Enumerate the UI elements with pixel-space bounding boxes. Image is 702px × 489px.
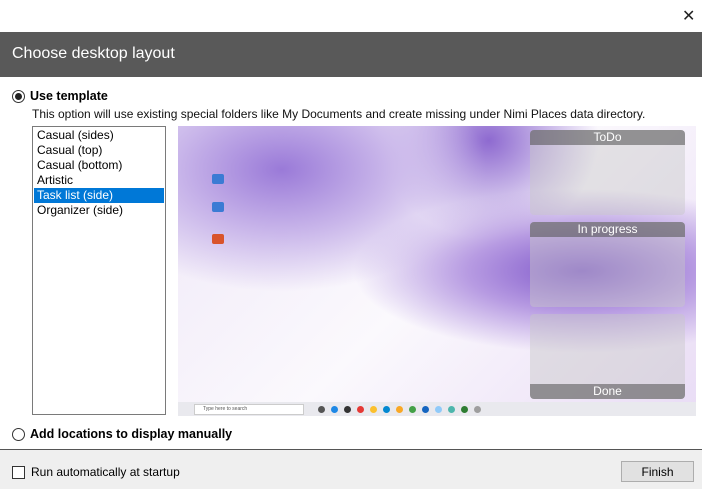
layout-preview-image: ToDo In progress Done Type here to searc… <box>178 126 696 416</box>
finish-button[interactable]: Finish <box>621 461 694 482</box>
run-at-startup-checkbox[interactable]: Run automatically at startup <box>12 465 180 479</box>
preview-taskbar: Type here to search <box>178 402 696 416</box>
radio-indicator <box>12 89 25 103</box>
taskbar-icon <box>318 405 325 413</box>
taskbar-icon <box>474 405 481 413</box>
taskbar-icon <box>396 405 403 413</box>
desktop-icon <box>212 234 224 244</box>
taskbar-icon <box>448 405 455 413</box>
checkbox-box <box>12 465 25 479</box>
use-template-radio[interactable]: Use template <box>12 89 108 103</box>
taskbar-icon <box>331 405 338 413</box>
taskbar-icon <box>461 405 468 413</box>
add-locations-label: Add locations to display manually <box>30 427 233 441</box>
taskbar-icon <box>370 405 377 413</box>
taskbar-icon <box>409 405 416 413</box>
desktop-icon <box>212 202 224 212</box>
taskbar-icon <box>383 405 390 413</box>
desktop-icon <box>212 174 224 184</box>
add-locations-manually-radio[interactable]: Add locations to display manually <box>12 427 232 441</box>
taskbar-icon <box>344 405 351 413</box>
preview-taskbar-search: Type here to search <box>194 403 304 415</box>
close-button[interactable]: ✕ <box>682 6 695 26</box>
taskbar-icon <box>435 405 442 413</box>
taskbar-icon <box>422 405 429 413</box>
template-item[interactable]: Casual (top) <box>34 143 164 158</box>
radio-indicator <box>12 427 25 441</box>
page-title: Choose desktop layout <box>12 45 175 62</box>
template-item-selected[interactable]: Task list (side) <box>34 188 164 203</box>
close-icon: ✕ <box>682 8 696 25</box>
taskbar-icon <box>357 405 364 413</box>
run-at-startup-label: Run automatically at startup <box>31 465 180 479</box>
preview-panel-done: Done <box>530 314 685 399</box>
dialog-header: Choose desktop layout <box>0 32 702 77</box>
use-template-label: Use template <box>30 89 108 103</box>
preview-panel-in-progress: In progress <box>530 222 685 307</box>
template-description: This option will use existing special fo… <box>32 107 646 121</box>
template-list[interactable]: Casual (sides) Casual (top) Casual (bott… <box>32 126 166 415</box>
preview-panel-todo: ToDo <box>530 130 685 215</box>
template-item[interactable]: Casual (sides) <box>34 128 164 143</box>
dialog-footer: Run automatically at startup Finish <box>0 450 702 489</box>
template-item[interactable]: Organizer (side) <box>34 203 164 218</box>
template-item[interactable]: Casual (bottom) <box>34 158 164 173</box>
template-item[interactable]: Artistic <box>34 173 164 188</box>
